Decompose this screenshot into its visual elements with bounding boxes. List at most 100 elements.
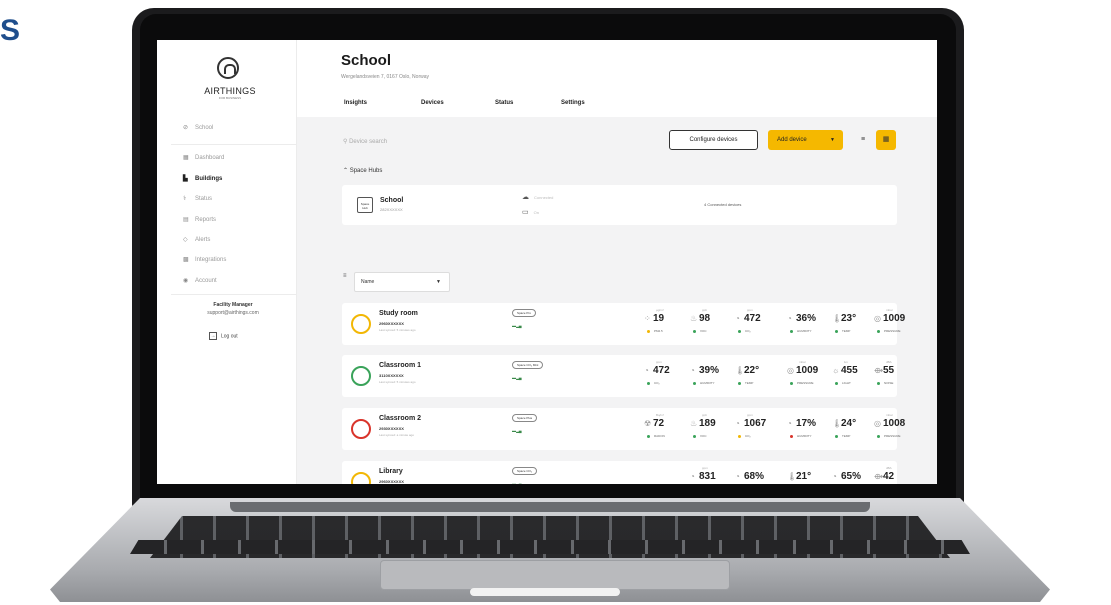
search-input[interactable]: ⚲ Device search bbox=[343, 138, 387, 145]
status-dot bbox=[693, 381, 696, 385]
metric-value: 1009 bbox=[883, 313, 906, 324]
device-last-synced: Last synced: a minute ago bbox=[379, 433, 415, 437]
metric-value: 472 bbox=[653, 365, 670, 376]
metric-value: 39% bbox=[699, 365, 720, 376]
metric-label: TEMP bbox=[835, 329, 850, 333]
device-card[interactable]: Library2960XXXXXXLast synced: a few seco… bbox=[342, 461, 897, 484]
sidebar-item-label: Alerts bbox=[195, 237, 211, 243]
section-label: Space Hubs bbox=[349, 168, 383, 174]
metric-label: CO₂ bbox=[738, 329, 751, 333]
metric-label-text: RADON bbox=[654, 434, 665, 438]
space-hubs-toggle[interactable]: ⌃ Space Hubs bbox=[343, 167, 382, 174]
page-address: Wergelandsveien 7, 0167 Oslo, Norway bbox=[341, 74, 430, 80]
co2-icon: ◔ bbox=[735, 314, 740, 323]
sidebar-item-reports[interactable]: ▤ Reports bbox=[183, 216, 216, 223]
status-ring bbox=[351, 419, 371, 439]
laptop-screen: AIRTHINGS FOR BUSINESS ⊘ School ▦ Dashboar… bbox=[157, 40, 937, 484]
tab-settings[interactable]: Settings bbox=[561, 100, 585, 106]
status-dot bbox=[738, 434, 741, 438]
signal-icon: ▬ ▂▄ bbox=[512, 323, 522, 328]
device-card[interactable]: Classroom 2 2930XXXXXX Last synced: a minu… bbox=[342, 408, 905, 450]
brand-sub: FOR BUSINESS bbox=[218, 96, 242, 100]
sidebar-item-dashboard[interactable]: ▦ Dashboard bbox=[183, 154, 224, 161]
brand-name: AIRTHINGS bbox=[204, 86, 256, 96]
metric-value: 1067 bbox=[744, 418, 767, 429]
metric-value: 455 bbox=[841, 365, 858, 376]
status-dot bbox=[790, 381, 793, 385]
metric-unit: ppm bbox=[656, 360, 662, 364]
pressure-icon: ◎ bbox=[874, 419, 881, 428]
hub-power-label: On bbox=[533, 210, 539, 215]
laptop-keyboard-row bbox=[130, 540, 970, 554]
status-dot bbox=[693, 434, 696, 438]
signal-icon: ▬ ▂▄ bbox=[512, 481, 522, 484]
device-card[interactable]: Classroom 1 3110XXXXXX Last synced: 5 minu… bbox=[342, 355, 897, 397]
airthings-logo-icon bbox=[217, 57, 239, 79]
sidebar-item-status[interactable]: ⚕ Status bbox=[183, 195, 212, 202]
device-name: Classroom 2 bbox=[379, 415, 422, 422]
list-view-icon[interactable]: ≡ bbox=[853, 130, 873, 150]
sidebar-item-account[interactable]: ◉ Account bbox=[183, 277, 217, 284]
tab-devices[interactable]: Devices bbox=[421, 100, 444, 106]
hub-serial: 282XXXXXX bbox=[380, 207, 403, 212]
hub-card[interactable]: Space Hub School 282XXXXXX ☁ Connected ▭ O… bbox=[342, 185, 897, 225]
sidebar-item-alerts[interactable]: ◇ Alerts bbox=[183, 236, 210, 243]
co2-icon: ◔ bbox=[690, 472, 695, 481]
metric-label: PM2.5 bbox=[647, 329, 663, 333]
metric-label: HUMIDITY bbox=[693, 381, 715, 385]
sidebar-divider bbox=[171, 144, 297, 145]
status-dot bbox=[790, 329, 793, 333]
sort-dropdown[interactable]: Name ▼ bbox=[354, 272, 450, 292]
metric-unit: µg/m³ bbox=[656, 308, 664, 312]
sidebar-item-buildings[interactable]: ▙ Buildings bbox=[183, 175, 222, 182]
chevron-down-icon: ▼ bbox=[436, 279, 441, 285]
metric-value: 19 bbox=[653, 313, 665, 324]
metric-label-text: PRESSURE bbox=[884, 329, 901, 333]
status-dot bbox=[693, 329, 696, 333]
status-dot bbox=[835, 434, 838, 438]
metric-unit: ppb bbox=[702, 308, 708, 312]
humidity-icon: ◔ bbox=[690, 366, 695, 375]
metric-label: CO₂ bbox=[647, 381, 660, 385]
signal-icon: ▬ ▂▄ bbox=[512, 375, 522, 380]
account-icon: ◉ bbox=[183, 278, 189, 284]
status-dot bbox=[647, 434, 650, 438]
add-device-button[interactable]: Add device ▼ bbox=[768, 130, 843, 150]
metric-unit: dBA bbox=[886, 466, 892, 470]
status-dot bbox=[647, 381, 650, 385]
location-icon: ⊘ bbox=[183, 125, 189, 131]
hub-power: ▭ On bbox=[522, 208, 539, 216]
metric-label: NOISE bbox=[877, 381, 893, 385]
metric-label-text: PM2.5 bbox=[654, 329, 663, 333]
status-dot bbox=[738, 329, 741, 333]
card-view-icon[interactable]: ▦ bbox=[876, 130, 896, 150]
sidebar: AIRTHINGS FOR BUSINESS ⊘ School ▦ Dashboar… bbox=[157, 40, 297, 484]
configure-devices-button[interactable]: Configure devices bbox=[669, 130, 758, 150]
metric-label: HUMIDITY bbox=[790, 329, 812, 333]
metric-value: 24° bbox=[841, 418, 857, 429]
status-dot bbox=[835, 381, 838, 385]
location-label: School bbox=[195, 125, 214, 131]
sidebar-item-integrations[interactable]: ▩ Integrations bbox=[183, 256, 226, 263]
device-card[interactable]: Study room 2960XXXXXX Last synced: 5 minut… bbox=[342, 303, 905, 345]
laptop-notch bbox=[470, 588, 620, 596]
device-serial: 3110XXXXXX bbox=[379, 373, 404, 378]
noise-icon: ⟴ bbox=[874, 366, 884, 375]
metric-label-text: PRESSURE bbox=[884, 434, 901, 438]
integrations-icon: ▩ bbox=[183, 257, 189, 263]
buildings-icon: ▙ bbox=[183, 176, 188, 182]
location-selector[interactable]: ⊘ School bbox=[183, 124, 213, 131]
sidebar-item-label: Buildings bbox=[195, 176, 223, 182]
chevron-up-icon: ⌃ bbox=[343, 168, 350, 174]
metric-label-text: HUMIDITY bbox=[797, 434, 812, 438]
metric-label-text: LIGHT bbox=[842, 381, 851, 385]
tab-status[interactable]: Status bbox=[495, 100, 513, 106]
metric-label-text: TEMP bbox=[842, 329, 851, 333]
metric-label-text: HUMIDITY bbox=[700, 381, 715, 385]
device-last-synced: Last synced: 5 minutes ago bbox=[379, 328, 416, 332]
metric-value: 831 bbox=[699, 471, 716, 482]
tab-insights[interactable]: Insights bbox=[344, 100, 367, 106]
metric-label: PRESSURE bbox=[877, 434, 901, 438]
logout-button[interactable]: → Log out bbox=[209, 332, 238, 340]
metric-value: 472 bbox=[744, 313, 761, 324]
